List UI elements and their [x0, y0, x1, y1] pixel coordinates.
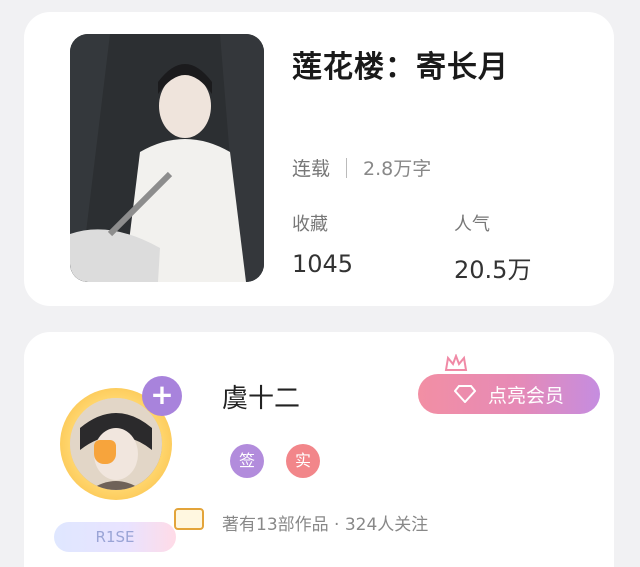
popularity-value: 20.5万: [454, 256, 532, 284]
favorites-stat: 收藏 1045: [292, 210, 353, 278]
author-name[interactable]: 虞十二: [222, 378, 300, 415]
signed-tag: 签: [230, 444, 264, 478]
author-works-followers: 著有13部作品 · 324人关注: [222, 515, 429, 535]
meta-divider: [346, 157, 348, 178]
popularity-label: 人气: [454, 214, 490, 235]
vip-member-button[interactable]: 点亮会员: [418, 374, 600, 414]
favorites-label: 收藏: [292, 214, 328, 235]
follow-plus-button[interactable]: +: [142, 376, 182, 416]
medal-icon: [94, 440, 116, 464]
popularity-stat: 人气 20.5万: [454, 210, 531, 285]
verified-tag: 实: [286, 444, 320, 478]
book-cover-image[interactable]: [70, 34, 264, 282]
serial-status: 连载: [292, 158, 331, 180]
crown-icon: [444, 354, 468, 371]
word-count: 2.8万字: [363, 158, 432, 180]
book-info-card: 莲花楼：寄长月 连载 2.8万字 收藏 1045 人气 20.5万: [24, 12, 614, 306]
vip-button-label: 点亮会员: [487, 384, 564, 407]
book-title: 莲花楼：寄长月: [292, 50, 509, 85]
author-card: + R1SE 虞十二 签 实 著有13部作品 · 324人关注 点亮会员: [24, 332, 614, 567]
author-avatar[interactable]: [70, 398, 162, 490]
book-icon: [174, 508, 204, 530]
book-meta: 连载 2.8万字: [292, 154, 431, 181]
favorites-value: 1045: [292, 250, 354, 278]
fan-group-badge[interactable]: R1SE: [54, 522, 176, 552]
diamond-icon: [453, 385, 476, 403]
